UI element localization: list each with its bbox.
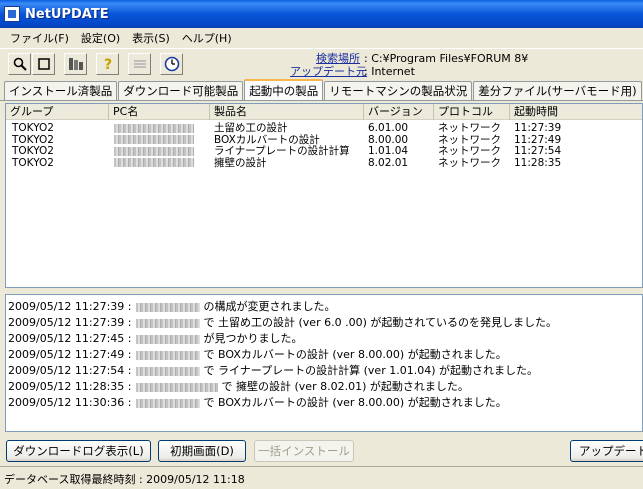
tab-strip: インストール済製品 ダウンロード可能製品 起動中の製品 リモートマシンの製品状況…: [0, 79, 643, 101]
cell-group: TOKYO2: [12, 133, 54, 146]
log-message: の構成が変更されました。: [203, 300, 336, 313]
redacted-pc-name: [135, 334, 200, 344]
cell-version: 8.02.01: [368, 156, 409, 169]
cell-product: 土留め工の設計: [214, 122, 288, 134]
cell-protocol: ネットワーク: [438, 122, 501, 134]
status-bar: データベース取得最終時刻 : 2009/05/12 11:18: [0, 466, 643, 489]
cell-version: 1.01.04: [368, 145, 409, 157]
log-timestamp: 2009/05/12 11:27:39 :: [8, 300, 132, 313]
table-row[interactable]: TOKYO2 擁壁の設計 8.02.01 ネットワーク 11:28:35: [6, 156, 642, 170]
log-line: 2009/05/12 11:27:39 : で 土留め工の設計 (ver 6.0 …: [8, 315, 642, 331]
window-title: NetUPDATE: [25, 6, 109, 22]
running-products-list[interactable]: グループ PC名 製品名 バージョン プロトコル 起動時間 TOKYO2 土留め工…: [5, 103, 643, 288]
info-panel: 検索場所 : C:¥Program Files¥FORUM 8¥ アップデート元…: [0, 52, 643, 80]
cell-product: 擁壁の設計: [214, 156, 267, 169]
tab-diff-files[interactable]: 差分ファイル(サーバモード用): [473, 81, 642, 100]
cell-pc: [114, 146, 194, 157]
redacted-pc-name: [114, 135, 194, 144]
cell-product: ライナープレートの設計計算: [214, 145, 350, 157]
cell-time: 11:27:54: [514, 145, 562, 157]
redacted-pc-name: [135, 302, 200, 312]
log-timestamp: 2009/05/12 11:28:35 :: [8, 380, 132, 393]
col-product-name[interactable]: 製品名: [210, 104, 364, 120]
initial-screen-button[interactable]: 初期画面(D): [158, 440, 246, 462]
cell-pc: [114, 158, 194, 169]
log-timestamp: 2009/05/12 11:27:54 :: [8, 364, 132, 377]
cell-product: BOXカルバートの設計: [214, 133, 320, 146]
table-row[interactable]: TOKYO2 ライナープレートの設計計算 1.01.04 ネットワーク 11:27:54: [6, 146, 642, 158]
update-source-label[interactable]: アップデート元: [290, 65, 367, 78]
log-timestamp: 2009/05/12 11:27:45 :: [8, 332, 132, 345]
redacted-pc-name: [135, 398, 200, 408]
list-header: グループ PC名 製品名 バージョン プロトコル 起動時間: [6, 104, 642, 120]
log-timestamp: 2009/05/12 11:30:36 :: [8, 396, 132, 409]
col-start-time[interactable]: 起動時間: [510, 104, 642, 120]
redacted-pc-name: [135, 318, 200, 328]
log-timestamp: 2009/05/12 11:27:49 :: [8, 348, 132, 361]
col-version[interactable]: バージョン: [364, 104, 434, 120]
log-line: 2009/05/12 11:27:45 : が見つかりました。: [8, 331, 642, 347]
menu-file[interactable]: ファイル(F): [4, 30, 75, 46]
cell-version: 8.00.00: [368, 133, 409, 146]
redacted-pc-name: [114, 123, 194, 133]
redacted-pc-name: [135, 350, 200, 360]
cell-time: 11:27:39: [514, 122, 562, 134]
redacted-pc-name: [114, 146, 194, 156]
log-line: 2009/05/12 11:30:36 : で BOXカルバートの設計 (ver …: [8, 395, 642, 411]
col-protocol[interactable]: プロトコル: [434, 104, 510, 120]
log-line: 2009/05/12 11:28:35 : で 擁壁の設計 (ver 8.02.0…: [8, 379, 642, 395]
log-line: 2009/05/12 11:27:54 : で ライナープレートの設計計算 (ve…: [8, 363, 642, 379]
title-bar[interactable]: NetUPDATE: [0, 0, 643, 28]
log-message: が見つかりました。: [203, 332, 303, 345]
menu-bar: ファイル(F) 設定(O) 表示(S) ヘルプ(H): [0, 28, 643, 47]
table-row[interactable]: TOKYO2 土留め工の設計 6.01.00 ネットワーク 11:27:39: [6, 123, 642, 135]
tab-running[interactable]: 起動中の製品: [244, 79, 324, 100]
tab-downloadable[interactable]: ダウンロード可能製品: [118, 81, 244, 100]
redacted-pc-name: [135, 382, 218, 392]
menu-view[interactable]: 表示(S): [126, 30, 176, 46]
cell-group: TOKYO2: [12, 156, 54, 169]
menu-help[interactable]: ヘルプ(H): [176, 30, 238, 46]
cell-group: TOKYO2: [12, 145, 54, 157]
status-text: データベース取得最終時刻 : 2009/05/12 11:18: [4, 473, 245, 486]
col-pc-name[interactable]: PC名: [109, 104, 210, 120]
cell-time: 11:27:49: [514, 133, 562, 146]
log-message: で 擁壁の設計 (ver 8.02.01) が起動されました。: [221, 380, 469, 393]
search-location-value: : C:¥Program Files¥FORUM 8¥: [364, 52, 529, 65]
update-source-value: : Internet: [364, 65, 415, 78]
log-line: 2009/05/12 11:27:49 : で BOXカルバートの設計 (ver …: [8, 347, 642, 363]
update-button[interactable]: アップデート: [570, 440, 643, 462]
redacted-pc-name: [135, 366, 200, 376]
log-timestamp: 2009/05/12 11:27:39 :: [8, 316, 132, 329]
tab-installed[interactable]: インストール済製品: [4, 81, 118, 100]
menu-settings[interactable]: 設定(O): [75, 30, 126, 46]
cell-time: 11:28:35: [514, 156, 562, 169]
tab-remote-status[interactable]: リモートマシンの製品状況: [324, 81, 473, 100]
col-group[interactable]: グループ: [6, 104, 109, 120]
cell-version: 6.01.00: [368, 122, 409, 134]
cell-pc: [114, 135, 194, 146]
download-log-button[interactable]: ダウンロードログ表示(L): [6, 440, 151, 462]
cell-protocol: ネットワーク: [438, 156, 501, 169]
log-message: で ライナープレートの設計計算 (ver 1.01.04) が起動されました。: [203, 364, 538, 377]
cell-group: TOKYO2: [12, 122, 54, 134]
bulk-install-button[interactable]: 一括インストール: [254, 440, 354, 462]
search-location-label[interactable]: 検索場所: [316, 52, 360, 65]
log-line: 2009/05/12 11:27:39 : の構成が変更されました。: [8, 299, 642, 315]
cell-protocol: ネットワーク: [438, 133, 501, 146]
redacted-pc-name: [114, 158, 194, 167]
app-icon: [4, 6, 20, 22]
log-message: で 土留め工の設計 (ver 6.0 .00) が起動されているのを発見しました…: [203, 316, 558, 329]
cell-pc: [114, 123, 194, 134]
log-message: で BOXカルバートの設計 (ver 8.00.00) が起動されました。: [203, 348, 507, 361]
log-panel[interactable]: 2009/05/12 11:27:39 : の構成が変更されました。 2009/05…: [5, 294, 643, 432]
cell-protocol: ネットワーク: [438, 145, 501, 157]
log-message: で BOXカルバートの設計 (ver 8.00.00) が起動されました。: [203, 396, 507, 409]
